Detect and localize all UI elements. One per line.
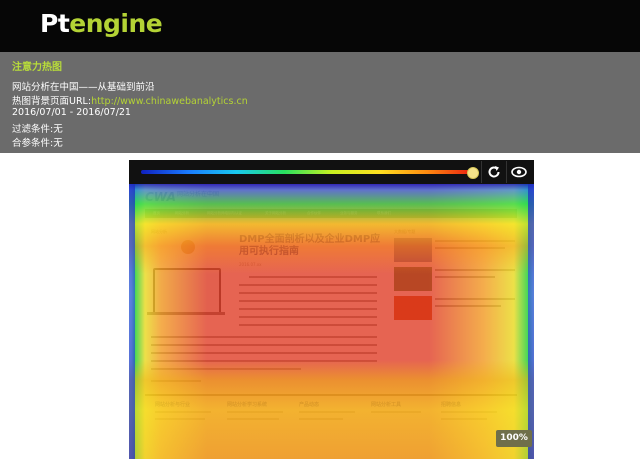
footer-column-title[interactable]: 网站分析与行业 bbox=[155, 401, 190, 408]
footer-text-line bbox=[227, 418, 279, 420]
site-name: 网站分析在中国——从基础到前沿 bbox=[12, 82, 155, 93]
sidebar-text-line bbox=[435, 305, 501, 307]
article-text-line bbox=[151, 336, 377, 338]
heatmap-info-panel: 注意力热图 网站分析在中国——从基础到前沿 热图背景页面URL:http://w… bbox=[0, 52, 640, 153]
footer-text-line bbox=[227, 411, 283, 413]
article-text-line bbox=[239, 324, 377, 326]
sidebar-text-line bbox=[435, 269, 515, 271]
footer-text-line bbox=[155, 411, 211, 413]
background-url-label: 热图背景页面URL: bbox=[12, 96, 92, 107]
article-text-line bbox=[151, 352, 377, 354]
footer-text-line bbox=[371, 411, 421, 413]
zoom-level-badge[interactable]: 100% bbox=[496, 430, 532, 447]
captured-page: CWA 网站分析在中国 首页 网站分析 网站分析师培训与认证 关于网站分析 合作… bbox=[129, 184, 534, 459]
footer-column-title[interactable]: 招聘信息 bbox=[441, 401, 461, 408]
footer-column-title[interactable]: 网站分析学习系统 bbox=[227, 401, 267, 408]
left-column-label: 网站分析 bbox=[151, 229, 167, 234]
site-nav-item[interactable]: 网站分析 bbox=[175, 211, 189, 216]
article-meta: 2016.07.xx bbox=[239, 262, 262, 267]
sidebar-text-line bbox=[435, 276, 495, 278]
sidebar-text-line bbox=[435, 240, 515, 242]
background-url-link[interactable]: http://www.chinawebanalytics.cn bbox=[91, 96, 248, 107]
article-text-line bbox=[239, 292, 377, 294]
sidebar-thumbnail[interactable] bbox=[394, 296, 432, 320]
background-url-line: 热图背景页面URL:http://www.chinawebanalytics.c… bbox=[12, 93, 248, 107]
site-nav-item[interactable]: 业务与服务 bbox=[340, 211, 358, 216]
laptop-illustration-base bbox=[147, 312, 225, 315]
footer-text-line bbox=[155, 418, 205, 420]
site-logo: CWA bbox=[145, 190, 176, 204]
article-text-line bbox=[249, 276, 377, 278]
article-text-line bbox=[151, 360, 377, 362]
sidebar-text-line bbox=[435, 247, 505, 249]
logo-part-pt: Pt bbox=[40, 9, 70, 38]
site-nav-item[interactable]: 合作伙伴 bbox=[307, 211, 321, 216]
laptop-illustration bbox=[153, 268, 221, 314]
site-header-name: 网站分析在中国 bbox=[177, 191, 220, 198]
site-navigation: 首页 网站分析 网站分析师培训与认证 关于网站分析 合作伙伴 业务与服务 联系我… bbox=[145, 209, 517, 218]
article-text-line bbox=[151, 344, 377, 346]
heat-scale-slider[interactable] bbox=[141, 170, 475, 174]
heatmap-viewer: CWA 网站分析在中国 首页 网站分析 网站分析师培训与认证 关于网站分析 合作… bbox=[129, 160, 534, 459]
sidebar-thumbnail[interactable] bbox=[394, 267, 432, 291]
article-text-line bbox=[239, 300, 377, 302]
sidebar-text-line bbox=[435, 298, 515, 300]
logo-part-engine: engine bbox=[69, 9, 163, 38]
article-text-line bbox=[239, 308, 377, 310]
read-more-link[interactable] bbox=[151, 380, 201, 382]
article-text-line bbox=[151, 368, 301, 370]
footer-divider bbox=[145, 394, 517, 396]
site-nav-item[interactable]: 关于网站分析 bbox=[265, 211, 286, 216]
footer-text-line bbox=[441, 418, 487, 420]
filter-condition: 过滤条件:无 bbox=[12, 124, 63, 135]
author-avatar bbox=[181, 240, 195, 254]
heatmap-title: 注意力热图 bbox=[12, 62, 62, 73]
footer-text-line bbox=[441, 411, 497, 413]
refresh-button[interactable] bbox=[481, 161, 506, 183]
footer-text-line bbox=[299, 418, 343, 420]
date-range: 2016/07/01 - 2016/07/21 bbox=[12, 107, 131, 118]
site-nav-item[interactable]: 网站分析师培训与认证 bbox=[207, 211, 242, 216]
eye-icon bbox=[511, 166, 527, 178]
right-column-label: 大数据/专题 bbox=[394, 229, 416, 234]
footer-column-title[interactable]: 网站分析工具 bbox=[371, 401, 401, 408]
footer-column-title[interactable]: 产品动态 bbox=[299, 401, 319, 408]
top-header: Ptengine bbox=[0, 0, 640, 52]
site-nav-item[interactable]: 联系我们 bbox=[377, 211, 391, 216]
article-text-line bbox=[239, 284, 377, 286]
join-condition: 合参条件:无 bbox=[12, 138, 63, 149]
heatmap-control-bar bbox=[129, 160, 534, 184]
footer-text-line bbox=[299, 411, 355, 413]
sidebar-thumbnail[interactable] bbox=[394, 238, 432, 262]
heat-scale-slider-handle[interactable] bbox=[466, 167, 479, 179]
site-name-line: 网站分析在中国——从基础到前沿 bbox=[12, 79, 155, 93]
ptengine-logo[interactable]: Ptengine bbox=[40, 8, 163, 40]
toggle-visibility-button[interactable] bbox=[506, 161, 531, 183]
article-title[interactable]: DMP全面剖析以及企业DMP应用可执行指南 bbox=[239, 234, 389, 258]
site-nav-item[interactable]: 首页 bbox=[153, 211, 160, 216]
article-text-line bbox=[239, 316, 377, 318]
refresh-icon bbox=[488, 166, 500, 178]
